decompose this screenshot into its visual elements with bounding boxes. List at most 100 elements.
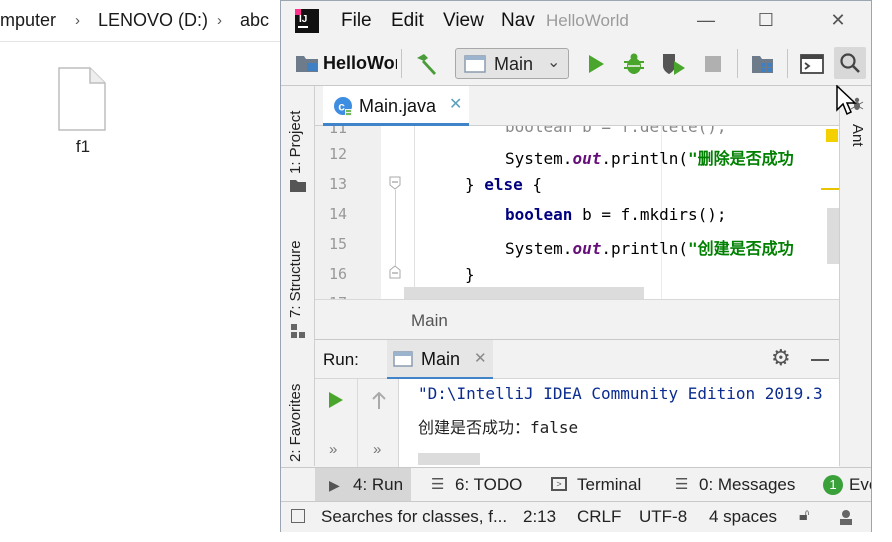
explorer-breadcrumb[interactable]: mputer › LENOVO (D:) › abc: [0, 0, 282, 42]
structure-icon: [291, 324, 305, 338]
code-keyword: boolean: [505, 205, 573, 224]
line-number: 13: [328, 175, 347, 193]
inspector-icon[interactable]: [837, 508, 855, 526]
toolbar-separator: [737, 49, 738, 78]
toolbar-separator: [401, 49, 402, 78]
console-line: 创建是否成功：false: [418, 418, 579, 437]
run-tab-main[interactable]: Main ✕: [387, 340, 493, 380]
code-text: {: [522, 175, 543, 194]
tab-todo[interactable]: ☰ 6: TODO: [431, 468, 531, 502]
tab-event-log[interactable]: 1 Eve: [823, 468, 871, 502]
status-bar: Searches for classes, f... 2:13 CRLF UTF…: [281, 501, 871, 532]
code-text: .println(: [601, 149, 689, 168]
run-with-coverage-icon[interactable]: [661, 52, 687, 76]
event-count-badge: 1: [823, 475, 843, 495]
java-class-icon: c: [334, 97, 352, 116]
search-everywhere-button[interactable]: [834, 47, 866, 79]
tab-messages[interactable]: ☰ 0: Messages: [675, 468, 799, 502]
terminal-icon: >: [551, 477, 567, 491]
tab-terminal[interactable]: > Terminal: [551, 468, 655, 502]
tab-structure[interactable]: 7: Structure: [287, 240, 304, 318]
tab-ant[interactable]: Ant: [849, 124, 866, 147]
line-number: 12: [328, 145, 347, 163]
menu-view[interactable]: View: [443, 10, 484, 32]
fold-marker-icon[interactable]: [389, 265, 401, 279]
vertical-scrollbar[interactable]: [827, 208, 839, 264]
warning-marker[interactable]: [826, 129, 838, 142]
project-name[interactable]: HelloWorld: [323, 53, 397, 74]
messages-icon: ☰: [675, 476, 689, 493]
bottom-tool-tabs: ▶ 4: Run ☰ 6: TODO > Terminal ☰ 0: Messa…: [281, 467, 871, 502]
code-keyword: else: [484, 175, 523, 194]
code-text: System.: [505, 239, 573, 258]
breadcrumb-item-drive[interactable]: LENOVO (D:): [98, 10, 208, 31]
tab-run[interactable]: ▶ 4: Run: [315, 468, 411, 502]
file-name-label: f1: [75, 137, 91, 156]
settings-gear-icon[interactable]: ⚙: [771, 345, 791, 371]
run-configuration-label: Main: [494, 54, 534, 74]
breadcrumb-main[interactable]: Main: [411, 311, 448, 331]
run-toolbar: » »: [315, 379, 399, 467]
indent-setting[interactable]: 4 spaces: [709, 507, 777, 527]
menu-navigate[interactable]: Nav: [501, 10, 535, 32]
more-actions-icon[interactable]: »: [373, 441, 381, 458]
breadcrumb-item-folder[interactable]: abc: [240, 10, 269, 31]
run-icon[interactable]: [587, 54, 605, 74]
maximize-icon[interactable]: ☐: [753, 7, 779, 33]
toolbar-divider: [357, 379, 358, 467]
build-hammer-icon[interactable]: [414, 52, 440, 76]
code-text: b = f.mkdirs();: [572, 205, 727, 224]
error-stripe-mark[interactable]: [821, 188, 839, 190]
application-icon: [464, 55, 486, 73]
file-icon[interactable]: [58, 67, 106, 131]
stop-icon[interactable]: [705, 56, 721, 72]
lock-icon[interactable]: 🔓︎: [799, 507, 809, 525]
run-configuration-select[interactable]: Main ⌄: [455, 48, 569, 79]
breadcrumb-item-computer[interactable]: mputer: [0, 10, 56, 31]
menu-file[interactable]: File: [341, 10, 372, 32]
run-panel-header: Run: Main ✕ ⚙: [315, 339, 839, 380]
scroll-up-icon[interactable]: [371, 392, 387, 410]
project-structure-icon[interactable]: [751, 53, 775, 75]
intellij-window: IJ File Edit View Nav HelloWorld — ☐ ✕ H…: [280, 0, 872, 532]
horizontal-scrollbar[interactable]: [418, 453, 480, 465]
file-encoding[interactable]: UTF-8: [639, 507, 687, 527]
project-folder-icon: [296, 56, 318, 72]
hide-panel-icon[interactable]: [811, 359, 829, 361]
caret-position[interactable]: 2:13: [523, 507, 556, 527]
horizontal-scrollbar[interactable]: [404, 287, 644, 299]
run-console[interactable]: » » "D:\IntelliJ IDEA Community Edition …: [315, 379, 839, 467]
tab-favorites[interactable]: 2: Favorites: [287, 384, 304, 462]
main-toolbar: HelloWorld Main ⌄: [281, 41, 871, 86]
title-bar: IJ File Edit View Nav HelloWorld — ☐ ✕: [281, 1, 871, 41]
close-icon[interactable]: ✕: [825, 7, 851, 33]
tool-window-toggle-icon[interactable]: [291, 509, 305, 523]
line-number: 14: [328, 205, 347, 223]
console-line: "D:\IntelliJ IDEA Community Edition 2019…: [418, 384, 823, 403]
tab-project[interactable]: 1: Project: [287, 111, 304, 174]
debug-icon[interactable]: [623, 52, 645, 76]
line-number: 16: [328, 265, 347, 283]
code-line-12: System.out.println("删除是否成功: [505, 145, 794, 169]
fold-marker-icon[interactable]: [389, 176, 401, 190]
toolbar-separator: [787, 49, 788, 78]
code-line-11: boolean b = f.delete();: [505, 126, 727, 136]
close-tab-icon[interactable]: ✕: [474, 349, 487, 367]
terminal-window-icon[interactable]: [800, 54, 824, 74]
tab-label: Main.java: [359, 96, 437, 116]
tab-event-log-label: Eve: [849, 475, 871, 494]
search-icon: [840, 53, 860, 73]
close-tab-icon[interactable]: ✕: [449, 94, 462, 114]
code-field: out: [572, 149, 602, 168]
run-icon: ▶: [329, 477, 340, 493]
todo-list-icon: ☰: [431, 476, 445, 493]
rerun-icon[interactable]: [328, 391, 344, 409]
svg-text:IJ: IJ: [299, 14, 307, 25]
more-actions-icon[interactable]: »: [329, 441, 337, 458]
code-editor[interactable]: 11 12 13 14 15 16 17 boolean b = f.delet…: [315, 126, 839, 299]
menu-edit[interactable]: Edit: [391, 10, 424, 32]
line-separator[interactable]: CRLF: [577, 507, 621, 527]
minimize-icon[interactable]: —: [693, 7, 719, 33]
right-tool-stripe: Ant: [839, 86, 871, 466]
tab-main-java[interactable]: c Main.java ✕: [323, 86, 469, 126]
